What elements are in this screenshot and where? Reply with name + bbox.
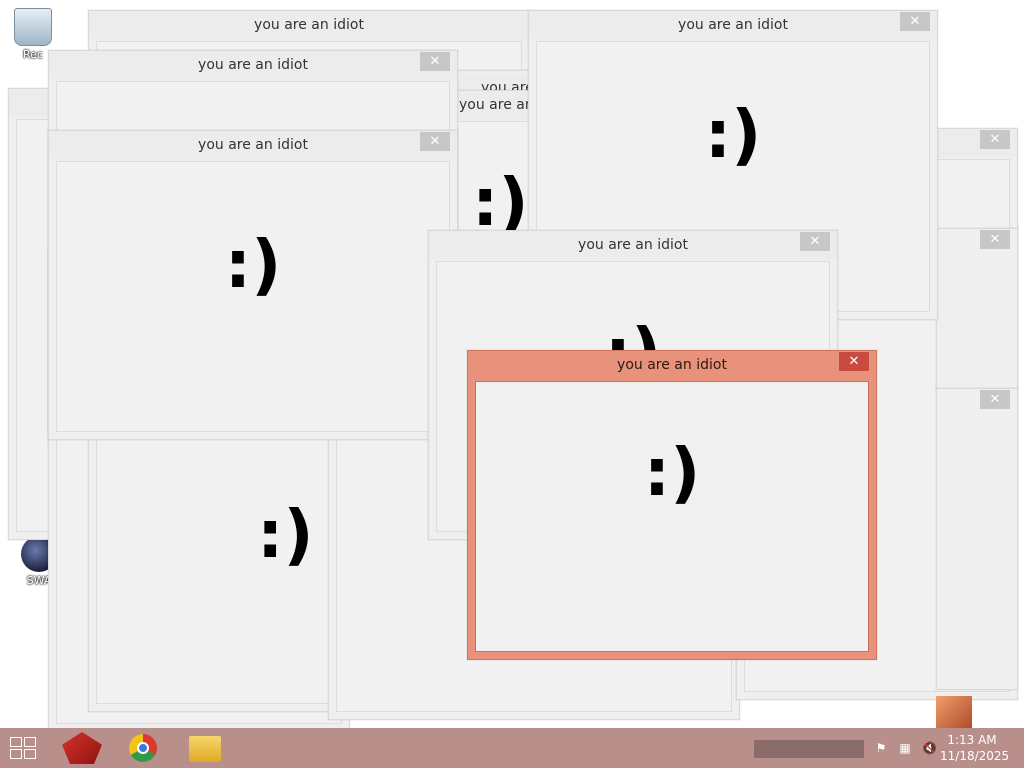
action-center-flag-icon[interactable]: ⚑ (874, 741, 888, 755)
window-title: you are an idiot (49, 131, 457, 159)
browser-app-icon[interactable] (129, 734, 157, 762)
smiley-face: :) (257, 496, 314, 573)
popup-window[interactable]: you are an idiot ✕ :) (48, 130, 458, 440)
system-tray: ⚑ ▦ 🔇 1:13 AM 11/18/2025 (754, 728, 1024, 768)
windows-logo-icon (24, 737, 36, 747)
taskbar: ⚑ ▦ 🔇 1:13 AM 11/18/2025 (0, 728, 1024, 768)
close-button[interactable]: ✕ (420, 52, 450, 71)
smiley-face: :) (224, 226, 282, 303)
active-popup-window[interactable]: you are an idiot ✕ :) (467, 350, 877, 660)
network-icon[interactable]: ▦ (898, 741, 912, 755)
windows-logo-icon (10, 749, 22, 759)
close-button[interactable]: ✕ (980, 390, 1010, 409)
file-explorer-icon[interactable] (189, 736, 221, 762)
popup-window[interactable]: ✕ (936, 388, 1018, 690)
window-client-area: :) (56, 161, 450, 432)
close-button[interactable]: ✕ (980, 230, 1010, 249)
close-button[interactable]: ✕ (420, 132, 450, 151)
clock-time: 1:13 AM (947, 733, 997, 747)
smiley-face: :) (704, 96, 762, 173)
clock-date: 11/18/2025 (940, 749, 1010, 763)
window-client-area: :) (475, 381, 869, 652)
close-button[interactable]: ✕ (839, 352, 869, 371)
window-title: you are an idiot (468, 351, 876, 379)
tray-background (754, 740, 864, 758)
window-title: you are an idiot (429, 231, 837, 259)
start-button[interactable] (10, 737, 38, 761)
close-button[interactable]: ✕ (980, 130, 1010, 149)
wallpaper-fragment (936, 696, 972, 728)
smiley-face: :) (472, 164, 529, 241)
gateway-app-icon[interactable] (62, 732, 102, 764)
window-title: you are an idiot (529, 11, 937, 39)
window-title: you are an idiot (49, 51, 457, 79)
close-button[interactable]: ✕ (900, 12, 930, 31)
popup-window[interactable]: ✕ (936, 228, 1018, 390)
windows-logo-icon (24, 749, 36, 759)
windows-logo-icon (10, 737, 22, 747)
smiley-face: :) (643, 434, 701, 511)
window-title: you are an idiot (89, 11, 529, 39)
taskbar-clock[interactable]: 1:13 AM 11/18/2025 (940, 732, 1010, 764)
volume-muted-icon[interactable]: 🔇 (922, 741, 937, 755)
recycle-bin-icon (14, 8, 52, 46)
close-button[interactable]: ✕ (800, 232, 830, 251)
